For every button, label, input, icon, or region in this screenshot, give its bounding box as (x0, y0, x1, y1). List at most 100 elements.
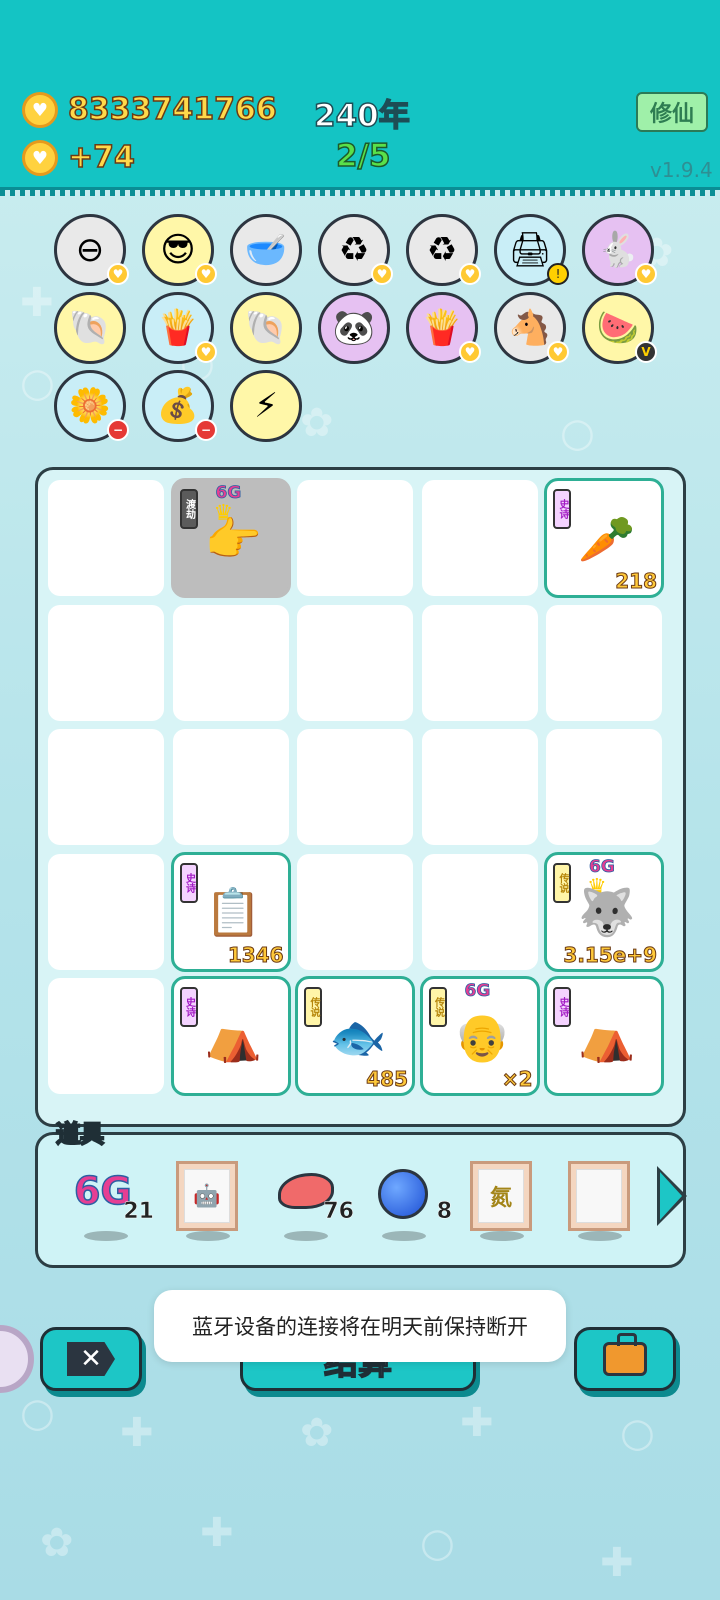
recycle-icon[interactable]: ♻ ♥ (406, 214, 481, 286)
item-card[interactable]: 传说 🐟 485 (295, 976, 415, 1096)
stage-progress: 2/5 (335, 137, 391, 175)
close-button[interactable]: ✕ (40, 1327, 142, 1391)
briefcase-icon (603, 1333, 647, 1376)
shell-icon[interactable]: 🐚 (54, 292, 126, 364)
6g-label: 6G (215, 483, 242, 504)
horses-icon[interactable]: 🐴 ♥ (494, 292, 569, 364)
coin-total: 8333741766 (67, 91, 277, 128)
prop-item[interactable]: 8 (368, 1155, 452, 1245)
printer-icon[interactable]: 🖨! (494, 214, 569, 286)
coin-rate: +74 (67, 139, 135, 176)
pointing-hand-icon: 👉 (204, 511, 263, 566)
item-card[interactable]: 史诗 ⛺ (544, 976, 664, 1096)
empty-cell[interactable] (48, 604, 164, 721)
fries-icon[interactable]: 🍟 ♥ (406, 292, 481, 364)
empty-cell[interactable] (297, 729, 413, 845)
fruit-basket-icon[interactable]: 🍉 V (582, 292, 657, 364)
money-bag-icon[interactable]: 💰 − (142, 370, 217, 442)
prop-count: 76 (323, 1199, 354, 1225)
rarity-tag: 史诗 (179, 987, 198, 1027)
empty-cell[interactable] (421, 729, 538, 845)
empty-cell[interactable] (48, 853, 164, 970)
recycle-icon[interactable]: ♻ ♥ (318, 214, 393, 286)
6g-label: 6G (464, 981, 491, 1002)
nitrogen-portrait-icon: 氮 (470, 1161, 532, 1231)
item-count: ×2 (501, 1067, 533, 1092)
empty-cell[interactable] (546, 729, 662, 845)
empty-cell[interactable] (297, 853, 413, 970)
prop-count: 21 (123, 1199, 154, 1225)
rarity-tag: 史诗 (553, 489, 571, 529)
item-count: 1346 (227, 942, 284, 967)
prop-item[interactable]: 🤖 (172, 1155, 242, 1245)
prop-shadow (186, 1231, 230, 1241)
rarity-tag: 史诗 (179, 862, 198, 903)
flower-pot-icon[interactable]: 🌼 − (54, 370, 129, 442)
item-card[interactable]: 史诗 📋 1346 (170, 851, 291, 972)
no-entry-icon[interactable]: ⊖ ♥ (54, 214, 129, 286)
briefcase-button[interactable] (574, 1327, 676, 1391)
sunglasses-icon[interactable]: 😎 ♥ (142, 214, 217, 286)
rarity-tag: 传说 (553, 862, 571, 903)
props-title: 道具 (55, 1119, 105, 1149)
prop-shadow (382, 1231, 426, 1241)
prop-item[interactable]: 6G 21 (70, 1155, 154, 1245)
panda-icon[interactable]: 🐼 (318, 292, 390, 364)
warning-badge-icon: ! (547, 263, 569, 285)
empty-cell[interactable] (297, 480, 413, 596)
heart-badge-icon: ♥ (635, 263, 657, 285)
empty-cell[interactable] (546, 604, 662, 721)
heart-badge-icon: ♥ (195, 263, 217, 285)
backspace-x-icon: ✕ (67, 1342, 115, 1376)
side-menu-button[interactable] (0, 1325, 34, 1393)
heart-badge-icon: ♥ (371, 263, 393, 285)
rarity-tag: 史诗 (553, 987, 571, 1027)
heart-badge-icon: ♥ (547, 341, 569, 363)
item-card[interactable]: 史诗 ⛺ (170, 976, 291, 1096)
xiuxian-button[interactable]: 修仙 (636, 92, 708, 132)
item-count: 485 (366, 1067, 409, 1092)
year-counter: 240年 (313, 97, 410, 135)
item-card[interactable]: 渡劫 6G ♛ 👉 (170, 478, 291, 598)
lightning-icon[interactable]: ⚡ (230, 370, 302, 442)
empty-cell[interactable] (48, 480, 164, 596)
rarity-tag: 渡劫 (179, 489, 198, 529)
empty-cell[interactable] (48, 729, 164, 845)
rabbit-tent-icon: ⛺ (204, 1009, 263, 1064)
prop-shadow (578, 1231, 622, 1241)
6g-label: 6G (589, 856, 616, 877)
props-panel: 6G 21 🤖 76 8 氮 (35, 1132, 686, 1268)
prop-item[interactable]: 76 (270, 1155, 354, 1245)
game-board: 渡劫 6G ♛ 👉 史诗 🥕 218 史诗 📋 1346 传说 6G ♛ 🐺 3.15e+9 史诗 ⛺ 传说 🐟 48… (35, 467, 686, 1127)
rabbit-tent-icon: ⛺ (578, 1009, 636, 1064)
empty-cell[interactable] (297, 604, 413, 721)
empty-cell[interactable] (48, 978, 164, 1094)
item-card[interactable]: 传说 6G 👴 ×2 (419, 976, 540, 1096)
empty-cell[interactable] (421, 604, 538, 721)
item-card[interactable]: 传说 6G ♛ 🐺 3.15e+9 (544, 851, 664, 972)
dog-bowl-icon[interactable]: 🥣 (230, 214, 302, 286)
heart-badge-icon: ♥ (459, 263, 481, 285)
rabbit-icon[interactable]: 🐇 ♥ (582, 214, 657, 286)
next-arrow-icon[interactable] (657, 1166, 687, 1226)
empty-cell[interactable] (172, 729, 289, 845)
empty-cell[interactable] (421, 480, 538, 596)
blueberry-icon (378, 1169, 428, 1219)
minus-badge-icon: − (107, 419, 129, 441)
coin-rate-icon: ♥ (22, 140, 58, 176)
v-badge-icon: V (635, 341, 657, 363)
koi-fish-icon: 🐟 (329, 1009, 387, 1064)
fries-icon[interactable]: 🍟 ♥ (142, 292, 217, 364)
prop-shadow (480, 1231, 524, 1241)
item-card[interactable]: 史诗 🥕 218 (544, 478, 664, 598)
prop-shadow (84, 1231, 128, 1241)
empty-cell[interactable] (421, 853, 538, 970)
shell-icon[interactable]: 🐚 (230, 292, 302, 364)
empty-cell[interactable] (172, 604, 289, 721)
rarity-tag: 传说 (428, 987, 447, 1027)
prop-item[interactable] (564, 1155, 634, 1245)
husky-icon: 🐺 (578, 885, 636, 939)
minus-badge-icon: − (195, 419, 217, 441)
prop-item[interactable]: 氮 (466, 1155, 536, 1245)
prop-shadow (284, 1231, 328, 1241)
